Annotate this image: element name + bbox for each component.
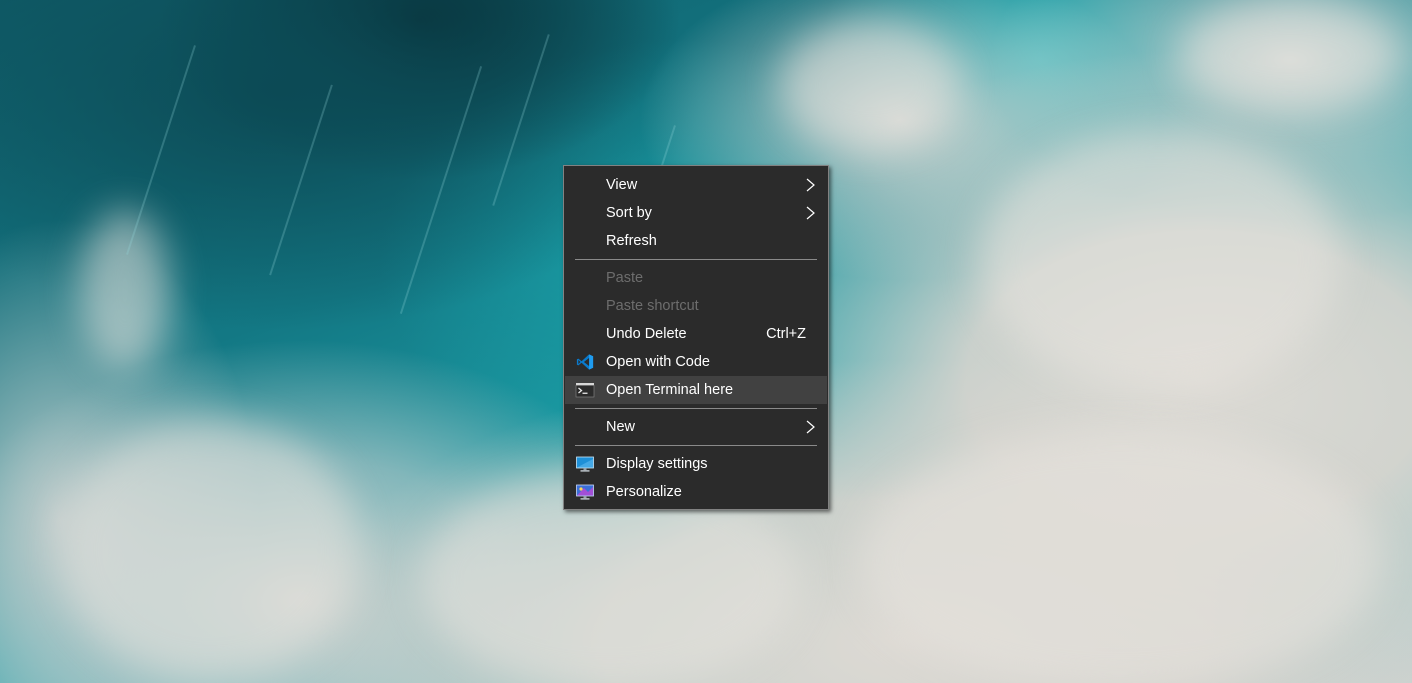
menu-item-label: Undo Delete [606,326,687,342]
menu-item-paste[interactable]: Paste [565,264,827,292]
menu-item-open-terminal-here[interactable]: Open Terminal here [565,376,827,404]
menu-item-label: Sort by [606,205,652,221]
wave-foam [80,210,170,370]
wave-streak [269,84,333,276]
wave-foam [60,420,360,680]
wave-streak [492,34,550,206]
menu-item-label: New [606,419,636,435]
menu-item-personalize[interactable]: Personalize [565,478,827,506]
chevron-right-icon [806,206,815,220]
menu-item-paste-shortcut[interactable]: Paste shortcut [565,292,827,320]
vscode-icon [576,354,594,370]
menu-item-shortcut: Ctrl+Z [766,326,806,342]
menu-item-label: Personalize [606,484,682,500]
menu-item-label: View [606,177,638,193]
menu-item-open-with-code[interactable]: Open with Code [565,348,827,376]
menu-item-refresh[interactable]: Refresh [565,227,827,255]
menu-item-label: Open Terminal here [606,382,734,398]
menu-item-sort-by[interactable]: Sort by [565,199,827,227]
menu-item-new[interactable]: New [565,413,827,441]
menu-item-label: Paste [606,270,644,286]
wave-streak [399,66,483,314]
menu-item-display-settings[interactable]: Display settings [565,450,827,478]
menu-item-label: Paste shortcut [606,298,699,314]
terminal-icon [575,383,595,398]
menu-item-label: Open with Code [606,354,710,370]
menu-item-view[interactable]: View [565,171,827,199]
personalize-icon [576,484,594,500]
menu-separator [575,408,817,409]
menu-item-label: Refresh [606,233,657,249]
wave-foam [780,20,960,150]
wave-foam [980,130,1340,390]
chevron-right-icon [806,178,815,192]
menu-item-undo-delete[interactable]: Undo Delete Ctrl+Z [565,320,827,348]
menu-separator [575,259,817,260]
wave-foam [860,430,1380,683]
menu-item-label: Display settings [606,456,708,472]
chevron-right-icon [806,420,815,434]
desktop-context-menu: View Sort by Refresh Paste Paste shortcu… [563,165,829,510]
wave-streak [126,45,196,255]
display-settings-icon [576,456,594,472]
menu-separator [575,445,817,446]
wave-foam [1180,0,1400,110]
